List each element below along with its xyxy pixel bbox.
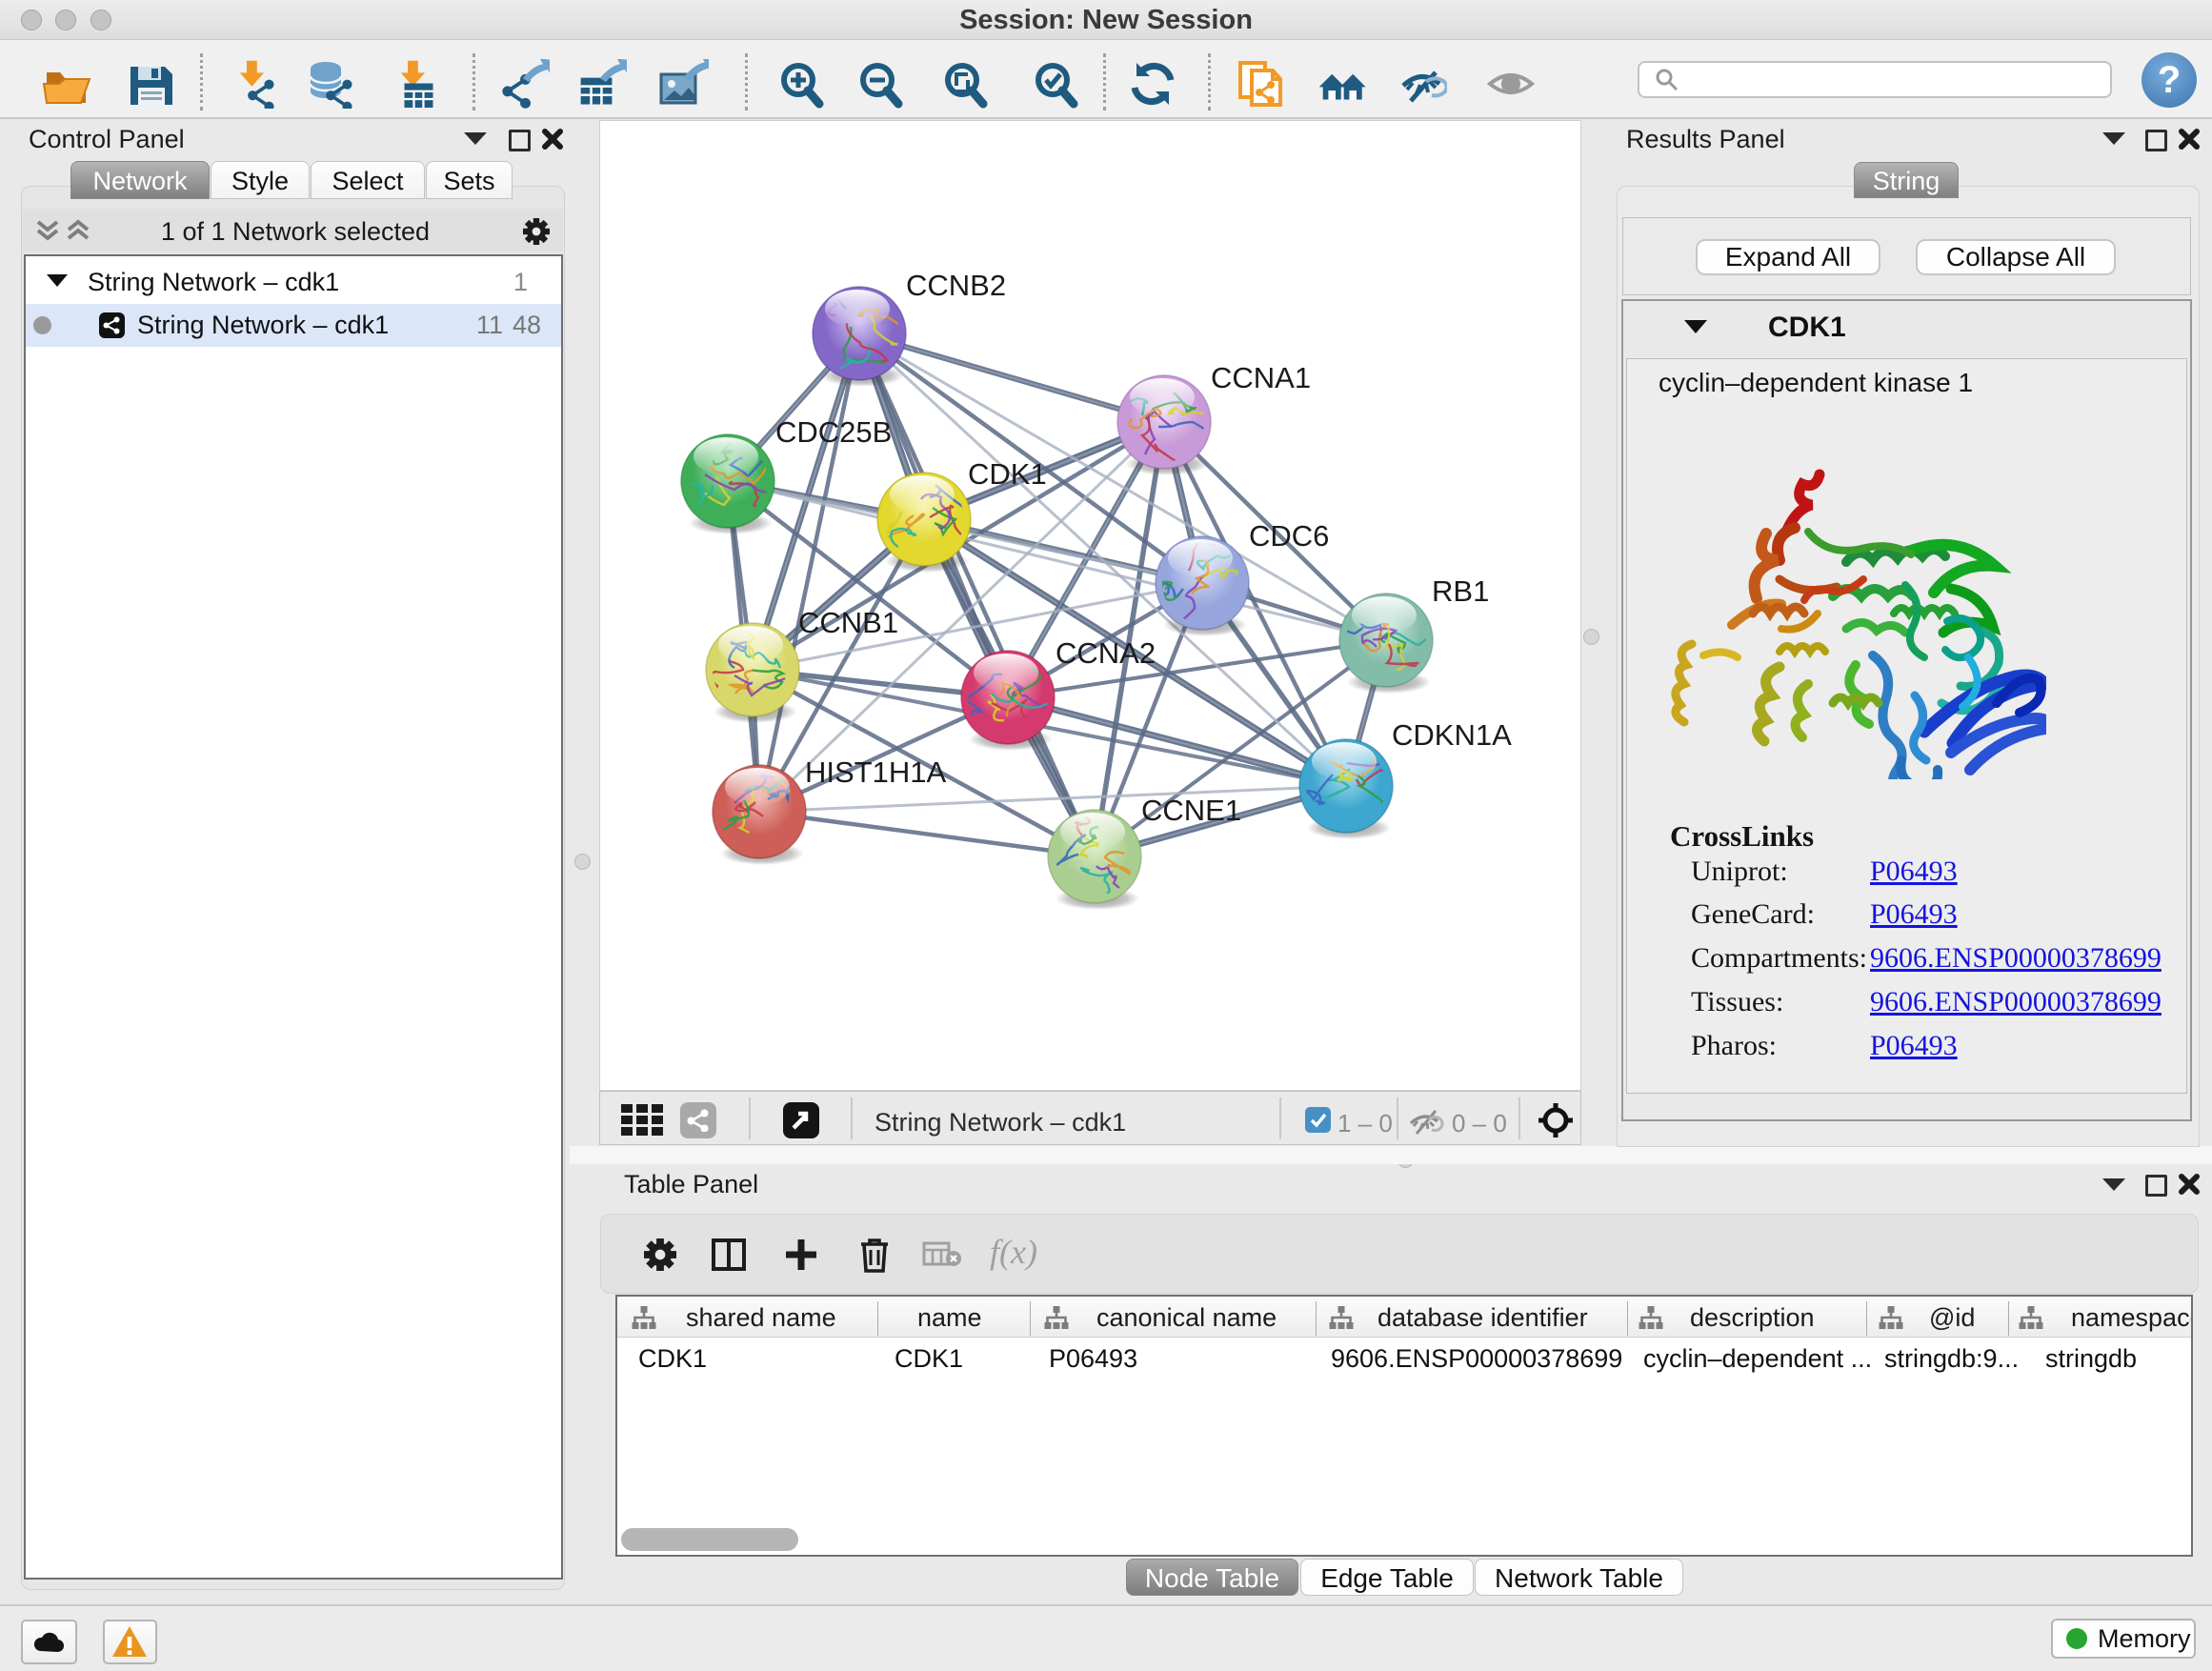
svg-text:CCNB1: CCNB1 — [798, 606, 898, 639]
svg-text:CDK1: CDK1 — [968, 457, 1047, 491]
svg-text:CDKN1A: CDKN1A — [1392, 718, 1512, 752]
svg-text:CDC6: CDC6 — [1249, 519, 1329, 553]
svg-text:CCNA2: CCNA2 — [1056, 636, 1156, 670]
svg-text:CCNB2: CCNB2 — [906, 269, 1006, 302]
svg-text:HIST1H1A: HIST1H1A — [805, 755, 946, 789]
svg-text:CCNE1: CCNE1 — [1141, 794, 1241, 827]
svg-text:CDC25B: CDC25B — [775, 415, 892, 449]
svg-text:RB1: RB1 — [1432, 574, 1489, 608]
svg-text:CCNA1: CCNA1 — [1211, 361, 1311, 394]
